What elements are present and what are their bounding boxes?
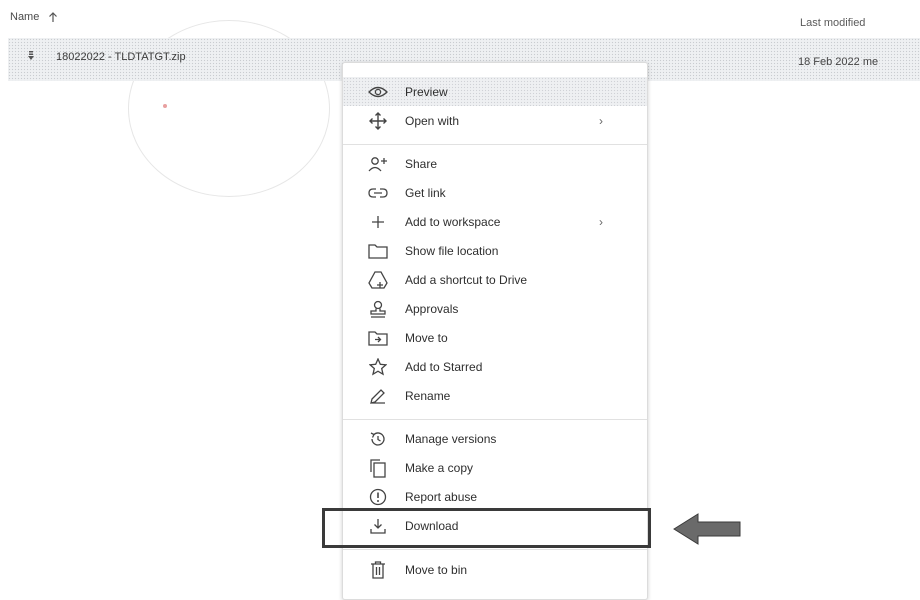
last-modified-column-header[interactable]: Last modified [800,17,865,29]
link-icon [367,182,389,204]
name-column-header[interactable]: Name [10,11,58,23]
eye-icon [367,81,389,103]
menu-divider [343,144,647,145]
menu-item-label: Approvals [405,301,459,316]
folder-icon [367,240,389,262]
menu-item-label: Add to Starred [405,359,483,374]
menu-item-open-with[interactable]: Open with › [343,106,647,135]
chevron-right-icon: › [599,214,603,229]
menu-item-add-to-workspace[interactable]: Add to workspace › [343,207,647,236]
name-column-label: Name [10,11,40,23]
menu-item-label: Add to workspace [405,214,501,229]
zip-file-icon [26,51,36,63]
menu-item-add-shortcut[interactable]: Add a shortcut to Drive [343,265,647,294]
history-icon [367,428,389,450]
menu-item-label: Get link [405,185,446,200]
menu-item-label: Add a shortcut to Drive [405,272,528,287]
menu-item-label: Rename [405,388,451,403]
chevron-right-icon: › [599,113,603,128]
alert-icon [367,486,389,508]
download-highlight-box [322,508,651,548]
plus-icon [367,211,389,233]
person-add-icon [367,153,389,175]
menu-item-rename[interactable]: Rename [343,381,647,410]
menu-item-label: Make a copy [405,460,474,475]
menu-item-preview[interactable]: Preview [343,77,647,106]
menu-item-label: Preview [405,84,448,99]
approval-stamp-icon [367,298,389,320]
move-arrows-icon [367,110,389,132]
file-last-modified: 18 Feb 2022 me [798,56,879,68]
menu-item-move-to-bin[interactable]: Move to bin [343,555,647,584]
menu-item-share[interactable]: Share [343,149,647,178]
menu-item-label: Move to [405,330,448,345]
folder-move-icon [367,327,389,349]
pencil-icon [367,385,389,407]
copy-icon [367,457,389,479]
trash-icon [367,559,389,581]
menu-item-approvals[interactable]: Approvals [343,294,647,323]
menu-divider [343,419,647,420]
sort-arrow-up-icon[interactable] [48,11,58,23]
menu-item-manage-versions[interactable]: Manage versions [343,424,647,453]
menu-item-make-a-copy[interactable]: Make a copy [343,453,647,482]
menu-item-move-to[interactable]: Move to [343,323,647,352]
menu-divider [343,549,647,550]
menu-item-show-file-location[interactable]: Show file location [343,236,647,265]
scan-stamp-dot [163,104,167,108]
menu-item-label: Move to bin [405,562,468,577]
menu-item-label: Open with [405,113,460,128]
menu-item-label: Show file location [405,243,499,258]
file-list-header: Name Last modified [0,0,920,36]
menu-item-report-abuse[interactable]: Report abuse [343,482,647,511]
drive-shortcut-icon [367,269,389,291]
menu-item-get-link[interactable]: Get link [343,178,647,207]
star-icon [367,356,389,378]
menu-item-label: Manage versions [405,431,497,446]
menu-item-label: Share [405,156,438,171]
menu-item-add-to-starred[interactable]: Add to Starred [343,352,647,381]
pointer-arrow-icon [673,513,741,545]
menu-item-label: Report abuse [405,489,478,504]
file-name[interactable]: 18022022 - TLDTATGT.zip [56,51,186,63]
